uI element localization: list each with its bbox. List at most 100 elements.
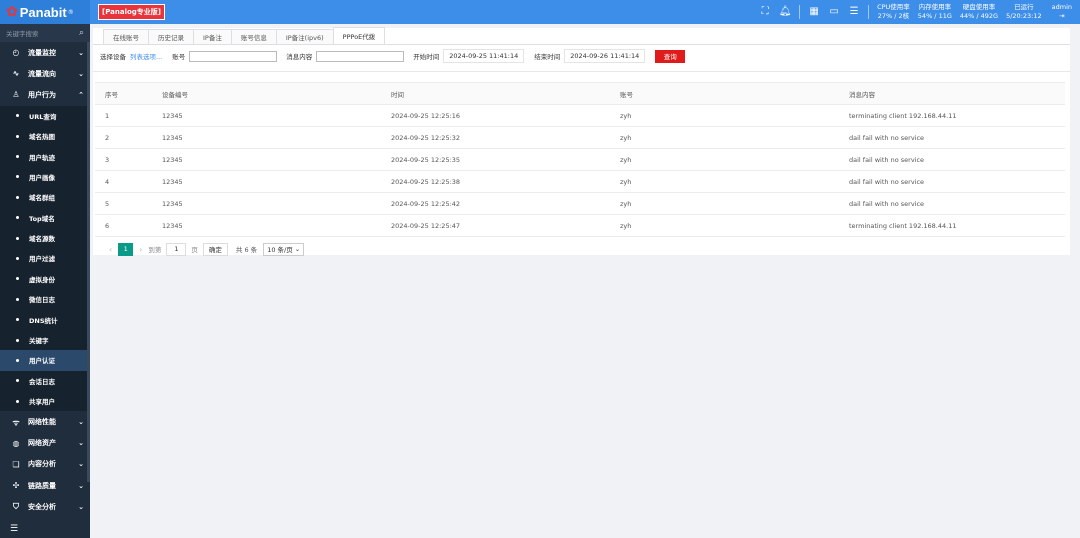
sidebar-subitem[interactable]: DNS统计 bbox=[0, 309, 90, 330]
sidebar-subitem[interactable]: 虚拟身份 bbox=[0, 268, 90, 290]
user-menu[interactable]: admin ⇥ bbox=[1052, 3, 1072, 21]
bullet-icon bbox=[16, 256, 19, 260]
sidebar-subitem[interactable]: 关键字 bbox=[0, 329, 90, 351]
memory-label: 内存使用率 bbox=[918, 3, 952, 11]
column-header[interactable]: 时间 bbox=[381, 82, 610, 105]
start-time-input[interactable]: 2024-09-25 11:41:14 bbox=[443, 49, 525, 63]
table-cell: dail fail with no service bbox=[839, 170, 1065, 193]
chevron-right-icon[interactable]: › bbox=[139, 245, 142, 254]
sidebar-item-network-assets[interactable]: ◍ 网络资产 ⌄ bbox=[0, 433, 90, 454]
sidebar-subitem[interactable]: URL查询 bbox=[0, 105, 90, 126]
sidebar-item-link-quality[interactable]: ✣ 链路质量 ⌄ bbox=[0, 475, 90, 496]
table-row[interactable]: 1 12345 2024-09-25 12:25:16 zyh terminat… bbox=[95, 104, 1065, 127]
sidebar-item-traffic-flow[interactable]: ∿ 流量流向 ⌄ bbox=[0, 63, 90, 84]
table-cell: 1 bbox=[95, 104, 152, 127]
results-table: 序号 设备编号 时间 账号 消息内容 1 12345 2024-09-25 12… bbox=[95, 82, 1065, 237]
sidebar-item-content-analysis[interactable]: ❏ 内容分析 ⌄ bbox=[0, 454, 90, 475]
sidebar: 关键字搜索 ⌕ ◴ 流量监控 ⌄ ∿ 流量流向 ⌄ ♙ 用户行为 ⌃ URL查询… bbox=[0, 24, 90, 538]
query-button[interactable]: 查询 bbox=[655, 49, 686, 63]
current-page-button[interactable]: 1 bbox=[118, 242, 134, 256]
column-header[interactable]: 序号 bbox=[95, 82, 152, 105]
table-cell: 12345 bbox=[152, 126, 381, 149]
sidebar-item-label: 网络性能 bbox=[28, 418, 56, 427]
gauge-icon: ◴ bbox=[12, 48, 20, 58]
chevron-left-icon[interactable]: ‹ bbox=[109, 245, 112, 254]
table-row[interactable]: 3 12345 2024-09-25 12:25:35 zyh dail fai… bbox=[95, 148, 1065, 171]
sidebar-item-user-behavior[interactable]: ♙ 用户行为 ⌃ bbox=[0, 84, 90, 105]
bullet-icon bbox=[16, 114, 19, 118]
server-icon[interactable]: ☰ bbox=[847, 5, 861, 19]
sidebar-scrollbar[interactable] bbox=[87, 42, 90, 482]
search-icon[interactable]: ⌕ bbox=[79, 28, 84, 38]
sidebar-subitem-label: URL查询 bbox=[29, 112, 57, 121]
tab-account-info[interactable]: 账号信息 bbox=[230, 29, 277, 44]
sidebar-item-label: 安全分析 bbox=[28, 502, 56, 511]
table-cell: 12345 bbox=[152, 192, 381, 215]
bullet-icon bbox=[16, 399, 19, 403]
end-time-label: 结束时间 bbox=[534, 53, 561, 61]
uptime-stat: 已运行 5/20:23:12 bbox=[1006, 3, 1042, 21]
sidebar-subitem[interactable]: 共享用户 bbox=[0, 391, 90, 412]
confirm-button[interactable]: 确定 bbox=[202, 242, 228, 256]
sidebar-subitem[interactable]: 用户轨迹 bbox=[0, 146, 90, 167]
hamburger-menu-icon[interactable]: ☰ bbox=[10, 524, 18, 534]
sidebar-subitem-label: DNS统计 bbox=[29, 316, 58, 325]
table-cell: 2024-09-25 12:25:32 bbox=[381, 126, 610, 149]
sidebar-subitem-label: 共享用户 bbox=[29, 398, 55, 407]
column-header[interactable]: 设备编号 bbox=[152, 82, 381, 105]
table-cell: 2024-09-25 12:25:42 bbox=[381, 192, 610, 215]
table-row[interactable]: 2 12345 2024-09-25 12:25:32 zyh dail fai… bbox=[95, 126, 1065, 149]
tab-pppoe-dialing[interactable]: PPPoE代拨 bbox=[332, 27, 386, 44]
layout-icon[interactable]: ▦ bbox=[807, 5, 821, 19]
sidebar-subitem[interactable]: Top域名 bbox=[0, 207, 90, 228]
page-size-select[interactable]: 10 条/页 ⌄ bbox=[263, 242, 305, 256]
table-cell: dail fail with no service bbox=[839, 192, 1065, 215]
device-select-link[interactable]: 列表选项... bbox=[130, 51, 162, 61]
end-time-input[interactable]: 2024-09-26 11:41:14 bbox=[564, 49, 646, 63]
sidebar-subitem[interactable]: 域名群组 bbox=[0, 187, 90, 208]
fullscreen-icon[interactable]: ⛶ bbox=[758, 5, 772, 19]
sidebar-item-label: 链路质量 bbox=[28, 481, 56, 490]
message-icon[interactable]: ▭ bbox=[827, 5, 841, 19]
message-input[interactable] bbox=[316, 50, 405, 62]
bullet-icon bbox=[16, 379, 19, 383]
goto-page-input[interactable]: 1 bbox=[166, 242, 187, 256]
sidebar-subitem[interactable]: 用户画像 bbox=[0, 166, 90, 188]
table-row[interactable]: 4 12345 2024-09-25 12:25:38 zyh dail fai… bbox=[95, 170, 1065, 193]
separator bbox=[868, 5, 870, 19]
sidebar-subitem[interactable]: 域名热图 bbox=[0, 125, 90, 147]
sidebar-subitem[interactable]: 会话日志 bbox=[0, 370, 90, 392]
brand-name: Panabit bbox=[19, 4, 67, 20]
table-cell: zyh bbox=[610, 126, 839, 149]
sidebar-item-network-performance[interactable]: ᯤ 网络性能 ⌄ bbox=[0, 411, 90, 432]
chevron-down-icon: ⌄ bbox=[78, 439, 84, 448]
tab-ip-notes[interactable]: IP备注 bbox=[193, 29, 232, 44]
chevron-down-icon: ⌄ bbox=[78, 502, 84, 511]
tab-history[interactable]: 历史记录 bbox=[148, 29, 194, 44]
sidebar-item-traffic-monitor[interactable]: ◴ 流量监控 ⌄ bbox=[0, 42, 90, 63]
sidebar-subitem[interactable]: 域名源数 bbox=[0, 227, 90, 249]
table-row[interactable]: 5 12345 2024-09-25 12:25:42 zyh dail fai… bbox=[95, 192, 1065, 215]
account-label: 账号 bbox=[172, 53, 186, 61]
bullet-icon bbox=[16, 155, 19, 159]
memory-stat: 内存使用率 54% / 11G bbox=[918, 3, 952, 21]
account-input[interactable] bbox=[189, 50, 278, 62]
total-count: 共 6 条 bbox=[235, 246, 258, 254]
tab-ip-notes-ipv6[interactable]: IP备注(ipv6) bbox=[275, 29, 334, 44]
sidebar-subitem[interactable]: 微信日志 bbox=[0, 289, 90, 310]
message-label: 消息内容 bbox=[286, 53, 313, 61]
sidebar-subitem-active[interactable]: 用户认证 bbox=[0, 350, 90, 371]
column-header[interactable]: 账号 bbox=[610, 82, 839, 105]
tab-online-accounts[interactable]: 在线账号 bbox=[103, 29, 149, 44]
bullet-icon bbox=[16, 195, 19, 199]
search-input[interactable]: 关键字搜索 bbox=[6, 28, 79, 38]
sidebar-item-security-analysis[interactable]: ⛉ 安全分析 ⌄ bbox=[0, 496, 90, 517]
column-header[interactable]: 消息内容 bbox=[839, 82, 1065, 105]
bell-icon[interactable]: 🔔︎ bbox=[778, 5, 792, 19]
sidebar-search[interactable]: 关键字搜索 ⌕ bbox=[0, 24, 90, 42]
logout-icon[interactable]: ⇥ bbox=[1059, 12, 1064, 21]
bullet-icon bbox=[16, 236, 19, 240]
table-row[interactable]: 6 12345 2024-09-25 12:25:47 zyh terminat… bbox=[95, 214, 1065, 237]
table-cell: 12345 bbox=[152, 104, 381, 127]
sidebar-subitem[interactable]: 用户过滤 bbox=[0, 248, 90, 269]
